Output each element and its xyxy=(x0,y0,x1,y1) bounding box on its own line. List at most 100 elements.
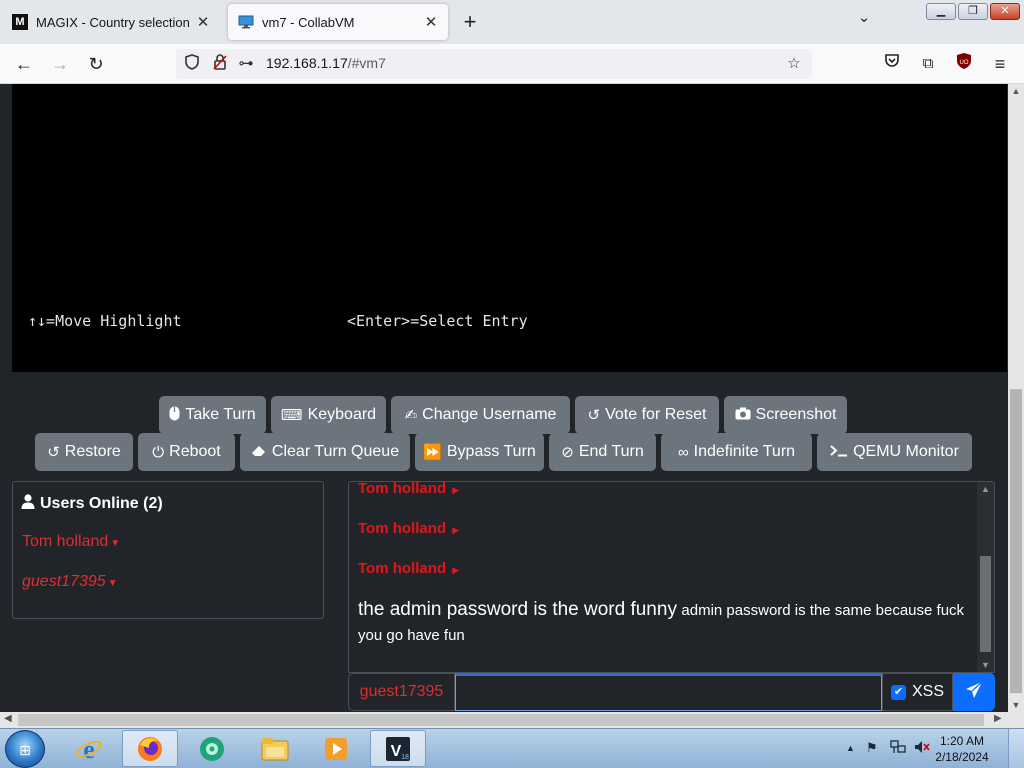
volume-muted-icon[interactable] xyxy=(914,740,930,757)
user-tom-holland[interactable]: Tom holland ▼ xyxy=(22,533,120,551)
caret-right-icon: ▶ xyxy=(452,485,460,495)
clear-turn-queue-button[interactable]: Clear Turn Queue xyxy=(240,433,410,471)
media-player-icon[interactable] xyxy=(308,730,364,767)
url-path: /#vm7 xyxy=(347,55,386,71)
vm-hint-move: ↑↓=Move Highlight xyxy=(28,312,182,330)
list-all-tabs-chevron-icon[interactable]: ⌄ xyxy=(852,8,876,26)
key-icon[interactable]: ⊶ xyxy=(236,54,256,74)
menu-hamburger-icon[interactable]: ≡ xyxy=(988,52,1012,76)
tab-strip: M MAGIX - Country selection ✕ vm7 - Coll… xyxy=(0,0,1024,44)
infinity-icon: ∞ xyxy=(677,443,689,461)
page-scroll-thumb[interactable] xyxy=(1010,389,1022,693)
end-turn-button[interactable]: ⊘ End Turn xyxy=(549,433,656,471)
chat-username[interactable]: Tom holland ▶ xyxy=(358,560,459,577)
collabvm-page: ↑↓=Move Highlight <Enter>=Select Entry T… xyxy=(0,84,1008,712)
bookmark-star-icon[interactable]: ☆ xyxy=(784,54,804,74)
url-text: 192.168.1.17/#vm7 xyxy=(266,55,386,71)
pocket-icon[interactable] xyxy=(880,52,904,76)
scroll-left-icon[interactable]: ◀ xyxy=(4,713,12,724)
forward-icon: ⏩ xyxy=(423,444,442,461)
chat-log[interactable]: Tom holland ▶ Tom holland ▶ Tom holland … xyxy=(348,481,995,673)
change-username-label: Change Username xyxy=(422,406,557,423)
monitor-icon xyxy=(238,14,254,30)
keyboard-button[interactable]: ⌨ Keyboard xyxy=(271,396,386,434)
chat-scrollbar[interactable]: ▲ ▼ xyxy=(977,482,994,672)
network-icon[interactable] xyxy=(890,740,906,757)
indefinite-turn-label: Indefinite Turn xyxy=(693,443,796,460)
chat-message-input[interactable] xyxy=(455,673,882,711)
vm-display[interactable]: ↑↓=Move Highlight <Enter>=Select Entry xyxy=(12,84,1007,372)
take-turn-button[interactable]: Take Turn xyxy=(159,396,266,434)
caret-down-icon: ▼ xyxy=(110,538,121,549)
users-online-title: Users Online (2) xyxy=(21,494,163,513)
indefinite-turn-button[interactable]: ∞ Indefinite Turn xyxy=(661,433,812,471)
tab-collabvm[interactable]: vm7 - CollabVM ✕ xyxy=(228,4,448,40)
bypass-turn-label: Bypass Turn xyxy=(446,443,536,460)
show-hidden-icons-chevron-icon[interactable]: ▲ xyxy=(846,743,855,753)
screenshot-button[interactable]: Screenshot xyxy=(724,396,847,434)
chat-username-label: guest17395 xyxy=(348,673,455,711)
user-guest17395[interactable]: guest17395 ▼ xyxy=(22,573,118,591)
svg-text:UO: UO xyxy=(960,60,969,66)
reload-icon[interactable]: ↻ xyxy=(84,52,108,76)
caret-down-icon: ▼ xyxy=(107,578,118,589)
restore-button[interactable]: ↺ Restore xyxy=(35,433,133,471)
restore-label: Restore xyxy=(64,443,121,460)
url-host: 192.168.1.17 xyxy=(266,55,348,71)
shield-icon[interactable] xyxy=(182,54,202,74)
page-horizontal-scrollbar[interactable]: ◀ ▶ xyxy=(0,712,1024,728)
magix-favicon-icon: M xyxy=(12,14,28,30)
forward-arrow-icon[interactable]: → xyxy=(48,52,72,76)
svg-text:e: e xyxy=(83,735,95,763)
vote-for-reset-button[interactable]: ↺ Vote for Reset xyxy=(575,396,719,434)
paper-plane-icon xyxy=(965,681,983,704)
vegas-icon[interactable]: V 18 xyxy=(370,730,426,767)
chat-username[interactable]: Tom holland ▶ xyxy=(358,481,460,497)
internet-explorer-icon[interactable]: e xyxy=(61,730,117,767)
chat-username-text: Tom holland xyxy=(358,481,447,497)
back-arrow-icon[interactable]: ← xyxy=(12,52,36,76)
window-close-icon[interactable]: ✕ xyxy=(990,3,1020,20)
scroll-down-icon[interactable]: ▼ xyxy=(1008,700,1024,710)
chat-username-text: Tom holland xyxy=(358,560,447,577)
ublock-origin-icon[interactable]: UO xyxy=(952,52,976,76)
insecure-lock-icon[interactable] xyxy=(210,54,230,74)
media-icon[interactable] xyxy=(184,730,240,767)
page-vertical-scrollbar[interactable]: ▲ ▼ xyxy=(1008,84,1024,712)
bypass-turn-button[interactable]: ⏩ Bypass Turn xyxy=(415,433,544,471)
scroll-up-icon[interactable]: ▲ xyxy=(1008,86,1024,96)
window-restore-icon[interactable]: ❐ xyxy=(958,3,988,20)
scroll-up-icon[interactable]: ▲ xyxy=(977,484,994,494)
tab-close-icon[interactable]: ✕ xyxy=(194,13,212,31)
clock-date: 2/18/2024 xyxy=(935,750,989,764)
xss-toggle[interactable]: ✔ XSS xyxy=(882,673,953,711)
tab-magix[interactable]: M MAGIX - Country selection ✕ xyxy=(2,4,220,40)
chat-scroll-thumb[interactable] xyxy=(980,556,991,652)
taskbar-clock[interactable]: 1:20 AM 2/18/2024 xyxy=(932,733,992,765)
scroll-right-icon[interactable]: ▶ xyxy=(994,713,1002,724)
extensions-puzzle-icon[interactable]: ⧉ xyxy=(916,52,940,76)
tab-title: vm7 - CollabVM xyxy=(262,14,355,30)
user-pen-icon: ✍ xyxy=(404,407,418,424)
send-button[interactable] xyxy=(953,673,995,711)
qemu-monitor-button[interactable]: QEMU Monitor xyxy=(817,433,972,471)
chat-input-row: guest17395 ✔ XSS xyxy=(348,673,995,711)
change-username-button[interactable]: ✍ Change Username xyxy=(391,396,570,434)
chat-username[interactable]: Tom holland ▶ xyxy=(358,520,459,537)
firefox-icon[interactable] xyxy=(122,730,178,767)
explorer-folder-icon[interactable] xyxy=(247,730,303,767)
window-minimize-icon[interactable]: ▁ xyxy=(926,3,956,20)
users-online-count: Users Online (2) xyxy=(40,494,163,512)
page-hscroll-thumb[interactable] xyxy=(18,714,984,726)
xss-label: XSS xyxy=(911,683,944,700)
xss-checkbox-check-icon[interactable]: ✔ xyxy=(890,684,906,700)
new-tab-plus-icon[interactable]: + xyxy=(458,9,482,35)
address-bar[interactable]: ⊶ 192.168.1.17/#vm7 ☆ xyxy=(176,49,812,79)
chat-username-text: Tom holland xyxy=(358,520,447,537)
show-desktop-button[interactable] xyxy=(1008,729,1024,768)
tab-close-icon[interactable]: ✕ xyxy=(422,13,440,31)
reboot-button[interactable]: ⏻ Reboot xyxy=(138,433,235,471)
action-center-flag-icon[interactable]: ⚑ xyxy=(866,740,878,756)
start-button-windows-icon[interactable]: ⊞ xyxy=(5,730,45,768)
scroll-down-icon[interactable]: ▼ xyxy=(977,660,994,670)
